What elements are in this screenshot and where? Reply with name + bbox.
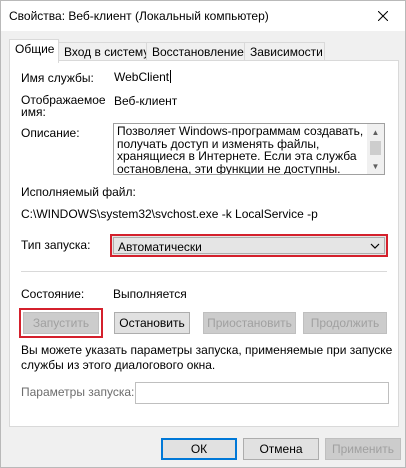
startup-type-select[interactable]: Автоматически <box>110 234 388 257</box>
display-name-value[interactable]: Веб-клиент <box>114 94 177 108</box>
status-value: Выполняется <box>113 287 187 301</box>
tab-logon[interactable]: Вход в систему <box>58 42 150 62</box>
apply-button-label: Применить <box>331 442 394 456</box>
ok-button-label: ОК <box>190 442 208 456</box>
startup-type-field: Автоматически <box>113 237 385 254</box>
start-button[interactable]: Запустить <box>19 308 103 338</box>
display-name-label-line2: имя: <box>21 105 46 119</box>
service-properties-dialog: Свойства: Веб-клиент (Локальный компьюте… <box>0 0 406 468</box>
tab-recovery-label: Восстановление <box>152 45 244 59</box>
window-title: Свойства: Веб-клиент (Локальный компьюте… <box>9 9 269 23</box>
startup-params-hint-line1: Вы можете указать параметры запуска, при… <box>21 343 393 357</box>
tab-dependencies[interactable]: Зависимости <box>244 42 325 62</box>
executable-label: Исполняемый файл: <box>21 185 136 199</box>
service-name-label: Имя службы: <box>21 71 94 85</box>
description-box[interactable]: Позволяет Windows-программам создавать, … <box>113 123 385 175</box>
cancel-button[interactable]: Отмена <box>243 438 319 460</box>
startup-type-label-text: Тип запуска: <box>21 238 91 252</box>
start-button-label: Запустить <box>32 316 90 330</box>
text-cursor <box>170 70 172 83</box>
tab-logon-label: Вход в систему <box>64 45 150 59</box>
resume-button-label: Продолжить <box>310 316 380 330</box>
description-label: Описание: <box>21 126 80 140</box>
stop-button-label: Остановить <box>119 316 185 330</box>
tab-dependencies-label: Зависимости <box>250 45 323 59</box>
service-name-value[interactable]: WebClient <box>113 69 172 85</box>
ok-button[interactable]: ОК <box>161 438 237 460</box>
title-bar: Свойства: Веб-клиент (Локальный компьюте… <box>1 1 405 31</box>
service-name-text: WebClient <box>114 70 170 84</box>
startup-type-value: Автоматически <box>118 240 202 254</box>
startup-params-input[interactable] <box>135 382 389 404</box>
scroll-thumb[interactable] <box>370 141 381 155</box>
startup-type-label: Тип запуска: <box>21 238 90 252</box>
pause-button-label: Приостановить <box>207 316 292 330</box>
startup-params-label: Параметры запуска: <box>21 385 135 399</box>
description-text: Позволяет Windows-программам создавать, … <box>117 124 364 175</box>
resume-button[interactable]: Продолжить <box>303 312 387 334</box>
description-scrollbar[interactable]: ▲ ▼ <box>367 124 384 174</box>
executable-path: C:\WINDOWS\system32\svchost.exe -k Local… <box>21 207 318 221</box>
cancel-button-label: Отмена <box>259 442 303 456</box>
close-button[interactable] <box>361 1 405 31</box>
scroll-down-icon[interactable]: ▼ <box>367 158 384 174</box>
scroll-up-icon[interactable]: ▲ <box>367 124 384 140</box>
pause-button[interactable]: Приостановить <box>203 312 296 334</box>
close-icon <box>378 11 388 21</box>
general-tab-panel: Имя службы: WebClient Отображаемое имя: … <box>9 60 399 427</box>
status-label: Состояние: <box>21 287 85 301</box>
tab-general-label: Общие <box>15 42 55 56</box>
chevron-down-icon <box>370 243 380 249</box>
tab-recovery[interactable]: Восстановление <box>146 42 245 62</box>
stop-button[interactable]: Остановить <box>114 312 190 334</box>
separator <box>21 271 387 272</box>
apply-button[interactable]: Применить <box>325 438 401 460</box>
tab-general[interactable]: Общие <box>9 39 59 63</box>
startup-params-hint-line2: службы из этого диалогового окна. <box>21 358 216 372</box>
tab-strip: Общие Вход в систему Восстановление Зави… <box>9 39 399 63</box>
